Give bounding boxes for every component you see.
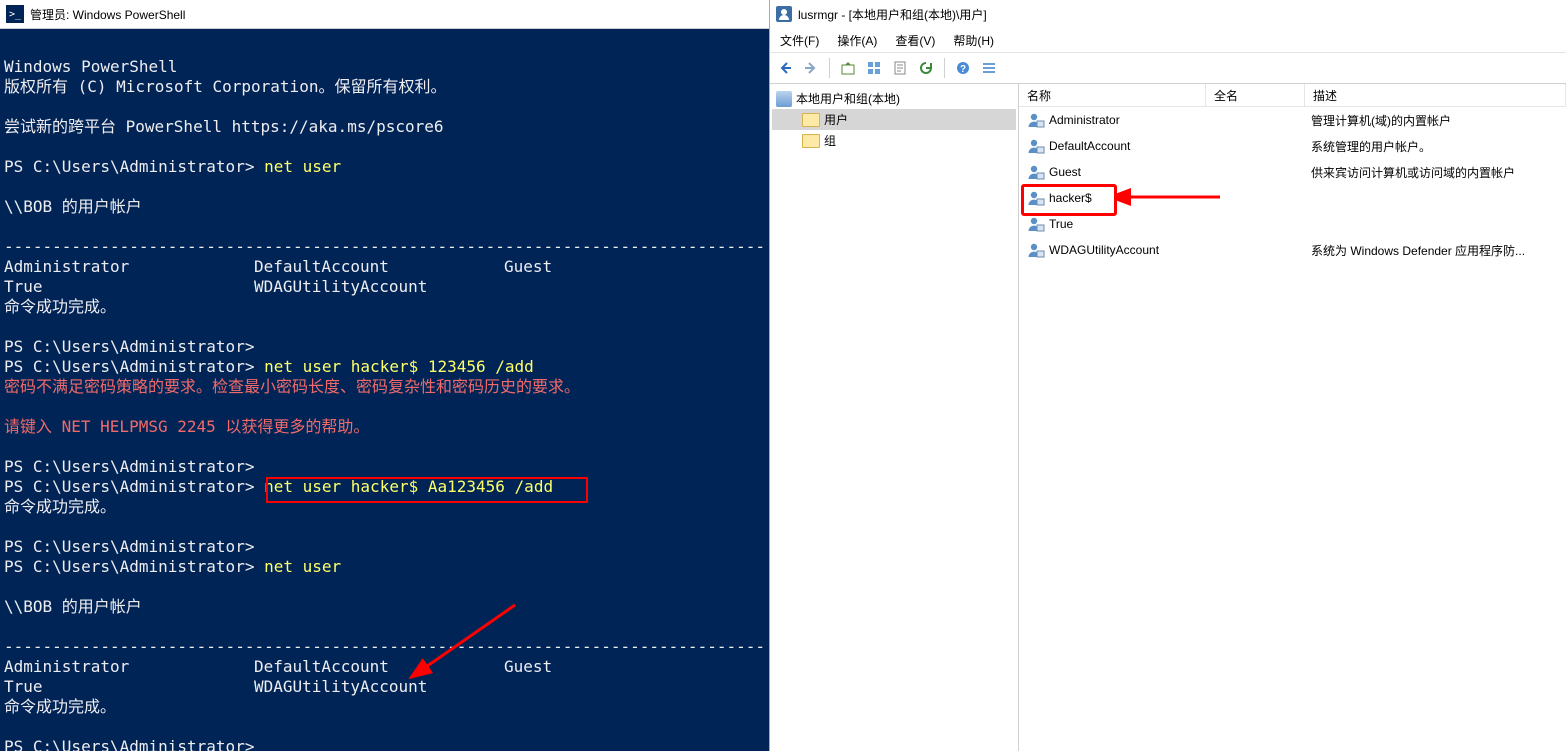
folder-icon bbox=[802, 113, 820, 127]
user-description: 管理计算机(域)的内置帐户 bbox=[1303, 112, 1566, 129]
user-name: True bbox=[1049, 217, 1073, 231]
folder-icon bbox=[802, 134, 820, 148]
ps-error: 密码不满足密码策略的要求。检查最小密码长度、密码复杂性和密码历史的要求。 bbox=[4, 377, 580, 396]
lusrmgr-title-text: lusrmgr - [本地用户和组(本地)\用户] bbox=[798, 6, 987, 23]
user-icon bbox=[1027, 242, 1045, 258]
ps-prompt: PS C:\Users\Administrator> bbox=[4, 357, 254, 376]
tree-groups-label: 组 bbox=[824, 132, 836, 149]
powershell-terminal[interactable]: Windows PowerShell 版权所有 (C) Microsoft Co… bbox=[0, 29, 769, 751]
ps-command-highlighted: net user hacker$ Aa123456 /add bbox=[264, 477, 553, 496]
ps-output: \\BOB 的用户帐户 bbox=[4, 197, 142, 216]
ps-cell: WDAGUtilityAccount bbox=[254, 677, 427, 696]
svg-text:?: ? bbox=[960, 64, 966, 75]
help-button[interactable]: ? bbox=[952, 57, 974, 79]
ps-cell: DefaultAccount bbox=[254, 257, 504, 277]
forward-button[interactable] bbox=[800, 57, 822, 79]
user-row[interactable]: Administrator 管理计算机(域)的内置帐户 bbox=[1019, 107, 1566, 133]
ps-separator: ----------------------------------------… bbox=[4, 637, 765, 656]
details-button[interactable] bbox=[978, 57, 1000, 79]
ps-cell: True bbox=[4, 677, 254, 697]
ps-line: 尝试新的跨平台 PowerShell https://aka.ms/pscore… bbox=[4, 117, 444, 136]
ps-cell: Guest bbox=[504, 257, 552, 276]
ps-cell: Administrator bbox=[4, 657, 254, 677]
user-description: 系统为 Windows Defender 应用程序防... bbox=[1303, 242, 1566, 259]
ps-line: Windows PowerShell bbox=[4, 57, 177, 76]
powershell-title-text: 管理员: Windows PowerShell bbox=[30, 6, 185, 23]
view-icons-button[interactable] bbox=[863, 57, 885, 79]
ps-line: 版权所有 (C) Microsoft Corporation。保留所有权利。 bbox=[4, 77, 446, 96]
ps-prompt: PS C:\Users\Administrator> bbox=[4, 477, 254, 496]
powershell-titlebar[interactable]: >_ 管理员: Windows PowerShell bbox=[0, 0, 769, 29]
list-panel: 名称 全名 描述 Administrator 管理计算机(域)的内置帐户 Defau… bbox=[1019, 84, 1566, 751]
lusrmgr-icon bbox=[776, 6, 792, 22]
column-fullname[interactable]: 全名 bbox=[1206, 84, 1305, 106]
powershell-window: >_ 管理员: Windows PowerShell Windows Power… bbox=[0, 0, 770, 751]
user-row[interactable]: DefaultAccount 系统管理的用户帐户。 bbox=[1019, 133, 1566, 159]
lusrmgr-titlebar[interactable]: lusrmgr - [本地用户和组(本地)\用户] bbox=[770, 0, 1566, 28]
user-row[interactable]: WDAGUtilityAccount 系统为 Windows Defender 应… bbox=[1019, 237, 1566, 263]
ps-cell: DefaultAccount bbox=[254, 657, 504, 677]
user-name: Administrator bbox=[1049, 113, 1120, 127]
lusrmgr-root-icon bbox=[776, 91, 792, 107]
ps-cell: WDAGUtilityAccount bbox=[254, 277, 427, 296]
user-row[interactable]: Guest 供来宾访问计算机或访问域的内置帐户 bbox=[1019, 159, 1566, 185]
user-icon bbox=[1027, 190, 1045, 206]
ps-output: \\BOB 的用户帐户 bbox=[4, 597, 142, 616]
export-button[interactable] bbox=[889, 57, 911, 79]
ps-output: 命令成功完成。 bbox=[4, 497, 116, 516]
menu-action[interactable]: 操作(A) bbox=[830, 29, 884, 52]
ps-command: net user bbox=[264, 557, 341, 576]
refresh-button[interactable] bbox=[915, 57, 937, 79]
user-row[interactable]: hacker$ bbox=[1019, 185, 1566, 211]
user-name: hacker$ bbox=[1049, 191, 1092, 205]
ps-separator: ----------------------------------------… bbox=[4, 237, 765, 256]
ps-prompt: PS C:\Users\Administrator> bbox=[4, 157, 254, 176]
user-name: DefaultAccount bbox=[1049, 139, 1130, 153]
ps-prompt: PS C:\Users\Administrator> bbox=[4, 737, 254, 751]
user-icon bbox=[1027, 216, 1045, 232]
powershell-icon: >_ bbox=[6, 5, 24, 23]
back-button[interactable] bbox=[774, 57, 796, 79]
menu-view[interactable]: 查看(V) bbox=[888, 29, 942, 52]
menu-file[interactable]: 文件(F) bbox=[773, 29, 826, 52]
ps-prompt: PS C:\Users\Administrator> bbox=[4, 537, 254, 556]
ps-error: 请键入 NET HELPMSG 2245 以获得更多的帮助。 bbox=[4, 417, 369, 436]
ps-cell: Administrator bbox=[4, 257, 254, 277]
user-name: WDAGUtilityAccount bbox=[1049, 243, 1159, 257]
ps-cell: True bbox=[4, 277, 254, 297]
list-header: 名称 全名 描述 bbox=[1019, 84, 1566, 107]
user-icon bbox=[1027, 164, 1045, 180]
ps-prompt: PS C:\Users\Administrator> bbox=[4, 337, 254, 356]
ps-prompt: PS C:\Users\Administrator> bbox=[4, 457, 254, 476]
user-description: 系统管理的用户帐户。 bbox=[1303, 138, 1566, 155]
user-description: 供来宾访问计算机或访问域的内置帐户 bbox=[1303, 164, 1566, 181]
tree-users-label: 用户 bbox=[824, 111, 848, 128]
menubar: 文件(F) 操作(A) 查看(V) 帮助(H) bbox=[770, 28, 1566, 53]
ps-prompt: PS C:\Users\Administrator> bbox=[4, 557, 254, 576]
ps-output: 命令成功完成。 bbox=[4, 697, 116, 716]
toolbar-separator bbox=[944, 58, 945, 78]
tree-node-users[interactable]: 用户 bbox=[772, 109, 1016, 130]
user-name: Guest bbox=[1049, 165, 1081, 179]
lusrmgr-window: lusrmgr - [本地用户和组(本地)\用户] 文件(F) 操作(A) 查看… bbox=[770, 0, 1566, 751]
column-name[interactable]: 名称 bbox=[1019, 84, 1206, 106]
ps-output: 命令成功完成。 bbox=[4, 297, 116, 316]
menu-help[interactable]: 帮助(H) bbox=[946, 29, 1001, 52]
user-icon bbox=[1027, 112, 1045, 128]
user-icon bbox=[1027, 138, 1045, 154]
up-button[interactable] bbox=[837, 57, 859, 79]
tree-root-label: 本地用户和组(本地) bbox=[796, 90, 900, 107]
toolbar: ? bbox=[770, 53, 1566, 84]
tree-node-groups[interactable]: 组 bbox=[772, 130, 1016, 151]
column-description[interactable]: 描述 bbox=[1305, 84, 1566, 106]
ps-cell: Guest bbox=[504, 657, 552, 676]
tree-panel: 本地用户和组(本地) 用户 组 bbox=[770, 84, 1019, 751]
ps-command: net user hacker$ 123456 /add bbox=[264, 357, 534, 376]
user-row[interactable]: True bbox=[1019, 211, 1566, 237]
ps-command: net user bbox=[264, 157, 341, 176]
toolbar-separator bbox=[829, 58, 830, 78]
tree-root[interactable]: 本地用户和组(本地) bbox=[772, 88, 1016, 109]
